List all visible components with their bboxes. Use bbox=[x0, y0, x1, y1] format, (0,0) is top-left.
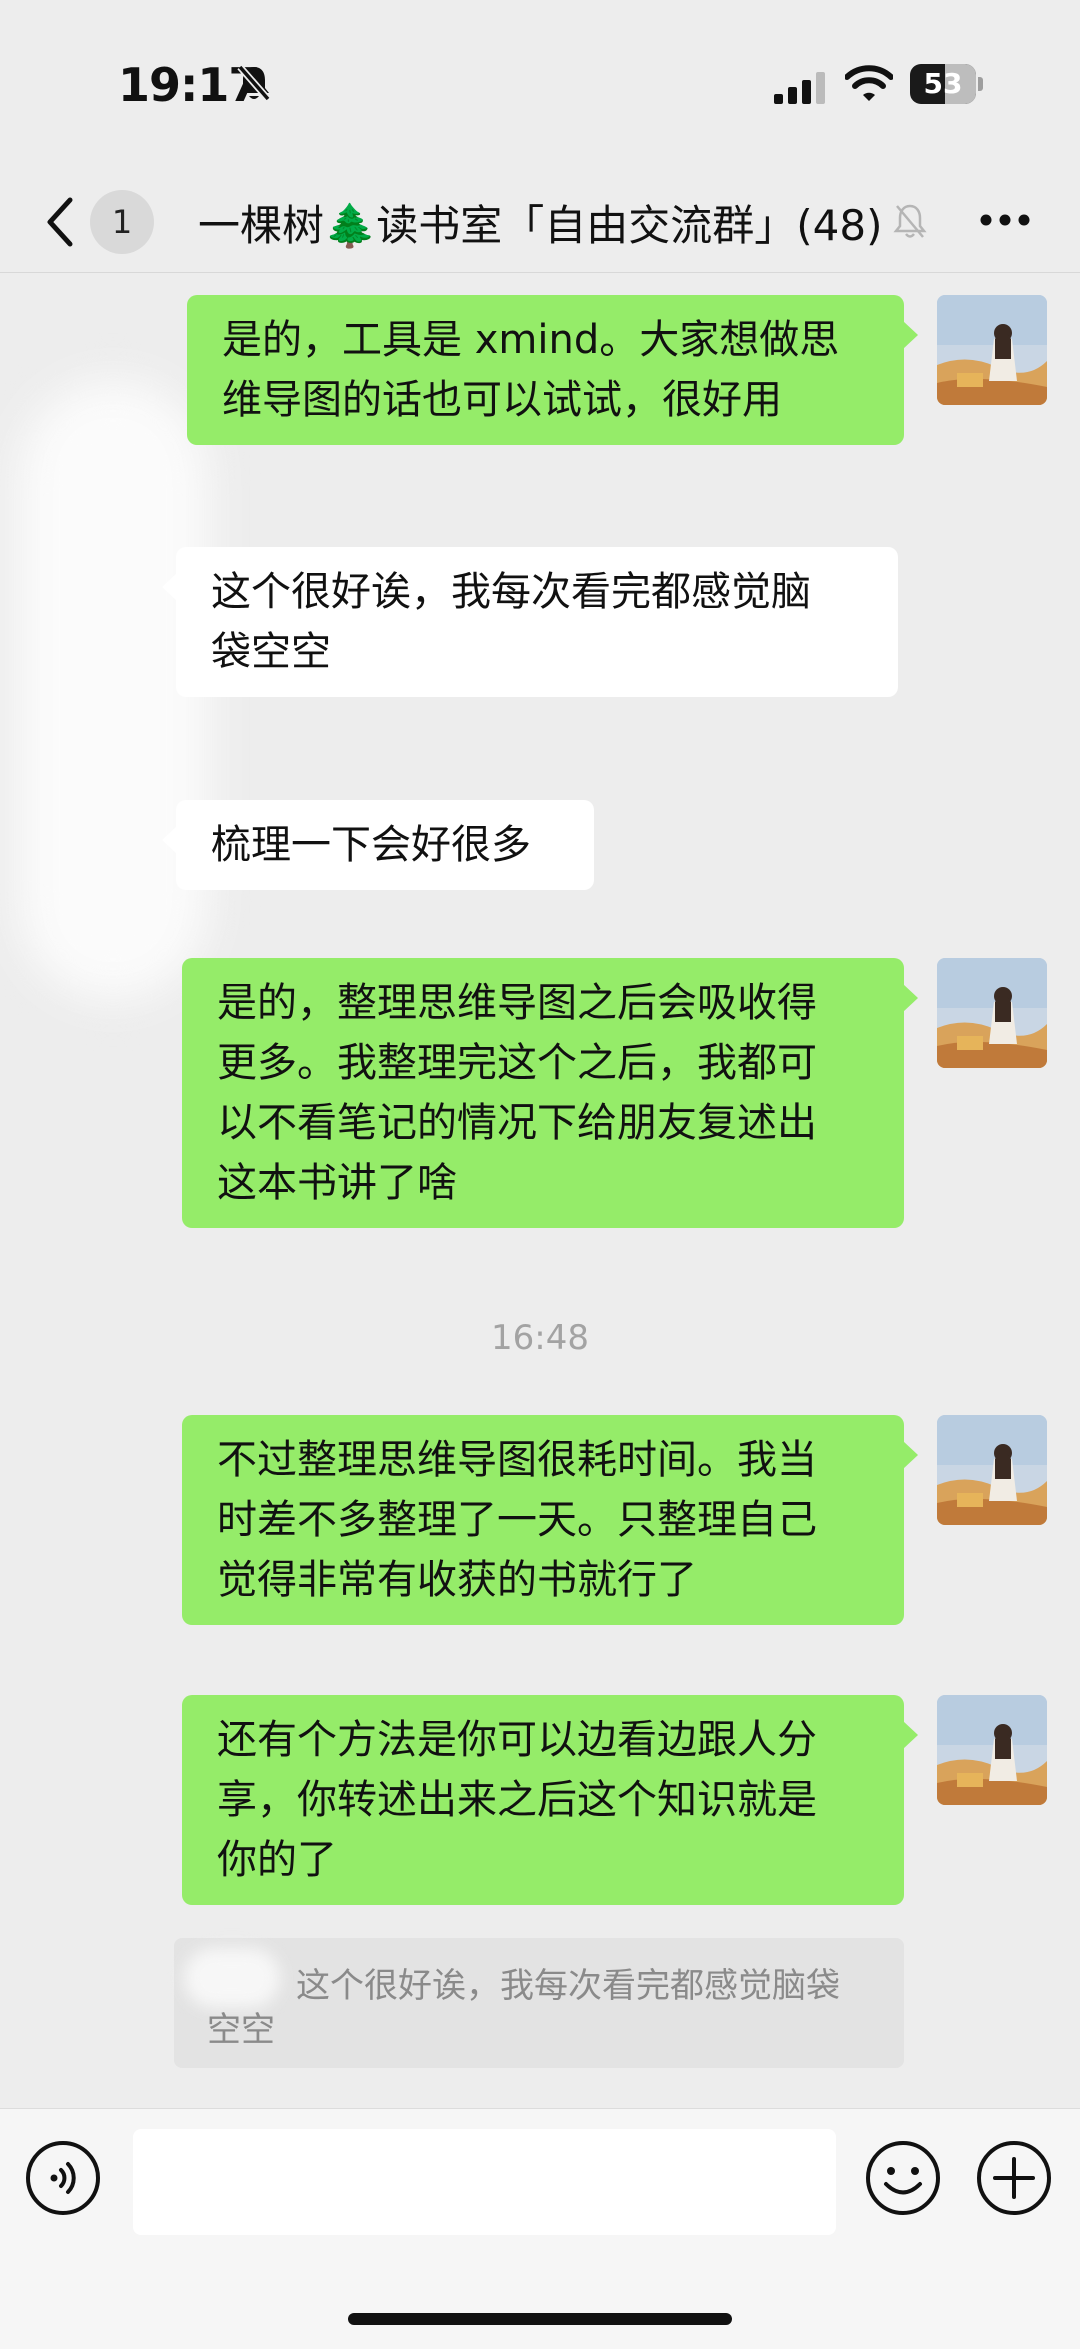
quoted-text-line: 这个很好诶，我每次看完都感觉脑袋 bbox=[296, 1966, 840, 2006]
message-line: 更多。我整理完这个之后，我都可 bbox=[217, 1040, 817, 1086]
incoming-message[interactable]: 这个很好诶，我每次看完都感觉脑 袋空空 bbox=[162, 547, 898, 697]
chat-header: 1 一棵树🌲读书室「自由交流群」(48) bbox=[0, 170, 1080, 273]
message-line: 时差不多整理了一天。只整理自己 bbox=[217, 1497, 817, 1543]
battery-icon: 53 bbox=[910, 64, 984, 104]
unread-badge[interactable]: 1 bbox=[90, 190, 154, 254]
input-bar bbox=[0, 2108, 1080, 2349]
cellular-signal-icon bbox=[774, 72, 826, 108]
voice-icon[interactable] bbox=[24, 2139, 102, 2221]
emoji-icon[interactable] bbox=[864, 2139, 942, 2221]
outgoing-message[interactable]: 还有个方法是你可以边看边跟人分 享，你转述出来之后这个知识就是 你的了 bbox=[182, 1695, 918, 1905]
home-indicator bbox=[348, 2313, 732, 2325]
message-line: 袋空空 bbox=[211, 629, 331, 675]
bell-slash-icon bbox=[892, 202, 928, 244]
message-line: 不过整理思维导图很耗时间。我当 bbox=[217, 1437, 817, 1483]
message-line: 觉得非常有收获的书就行了 bbox=[217, 1557, 697, 1603]
chevron-left-icon[interactable] bbox=[42, 196, 76, 252]
message-input[interactable] bbox=[133, 2129, 836, 2235]
incoming-message[interactable]: 梳理一下会好很多 bbox=[162, 800, 594, 890]
message-line: 这本书讲了啥 bbox=[217, 1160, 457, 1206]
chat-title[interactable]: 一棵树🌲读书室「自由交流群」(48) bbox=[198, 192, 883, 253]
outgoing-message[interactable]: 是的，整理思维导图之后会吸收得 更多。我整理完这个之后，我都可 以不看笔记的情况… bbox=[182, 958, 918, 1228]
more-dots-icon[interactable] bbox=[980, 212, 1030, 231]
message-line: 还有个方法是你可以边看边跟人分 bbox=[217, 1717, 817, 1763]
avatar[interactable] bbox=[937, 1415, 1047, 1525]
message-line: 是的，工具是 xmind。大家想做思 bbox=[222, 317, 840, 363]
quoted-text-line: 空空 bbox=[207, 2010, 275, 2050]
message-line: 你的了 bbox=[217, 1837, 337, 1883]
avatar[interactable] bbox=[937, 958, 1047, 1068]
blurred-name bbox=[184, 1948, 280, 2008]
avatar[interactable] bbox=[937, 295, 1047, 405]
message-line: 以不看笔记的情况下给朋友复述出 bbox=[217, 1100, 817, 1146]
message-line: 是的，整理思维导图之后会吸收得 bbox=[217, 980, 817, 1026]
bell-slash-icon bbox=[236, 64, 272, 106]
message-line: 梳理一下会好很多 bbox=[211, 822, 531, 868]
time-divider: 16:48 bbox=[491, 1318, 589, 1358]
message-line: 维导图的话也可以试试，很好用 bbox=[222, 377, 782, 423]
message-line: 这个很好诶，我每次看完都感觉脑 bbox=[211, 569, 811, 615]
status-bar: 19:17 53 bbox=[0, 0, 1080, 170]
message-line: 享，你转述出来之后这个知识就是 bbox=[217, 1777, 817, 1823]
plus-icon[interactable] bbox=[975, 2139, 1053, 2221]
outgoing-message[interactable]: 不过整理思维导图很耗时间。我当 时差不多整理了一天。只整理自己 觉得非常有收获的… bbox=[182, 1415, 918, 1625]
battery-level: 53 bbox=[923, 67, 963, 100]
avatar[interactable] bbox=[937, 1695, 1047, 1805]
outgoing-message[interactable]: 是的，工具是 xmind。大家想做思 维导图的话也可以试试，很好用 bbox=[187, 295, 918, 445]
wifi-icon bbox=[844, 64, 894, 106]
